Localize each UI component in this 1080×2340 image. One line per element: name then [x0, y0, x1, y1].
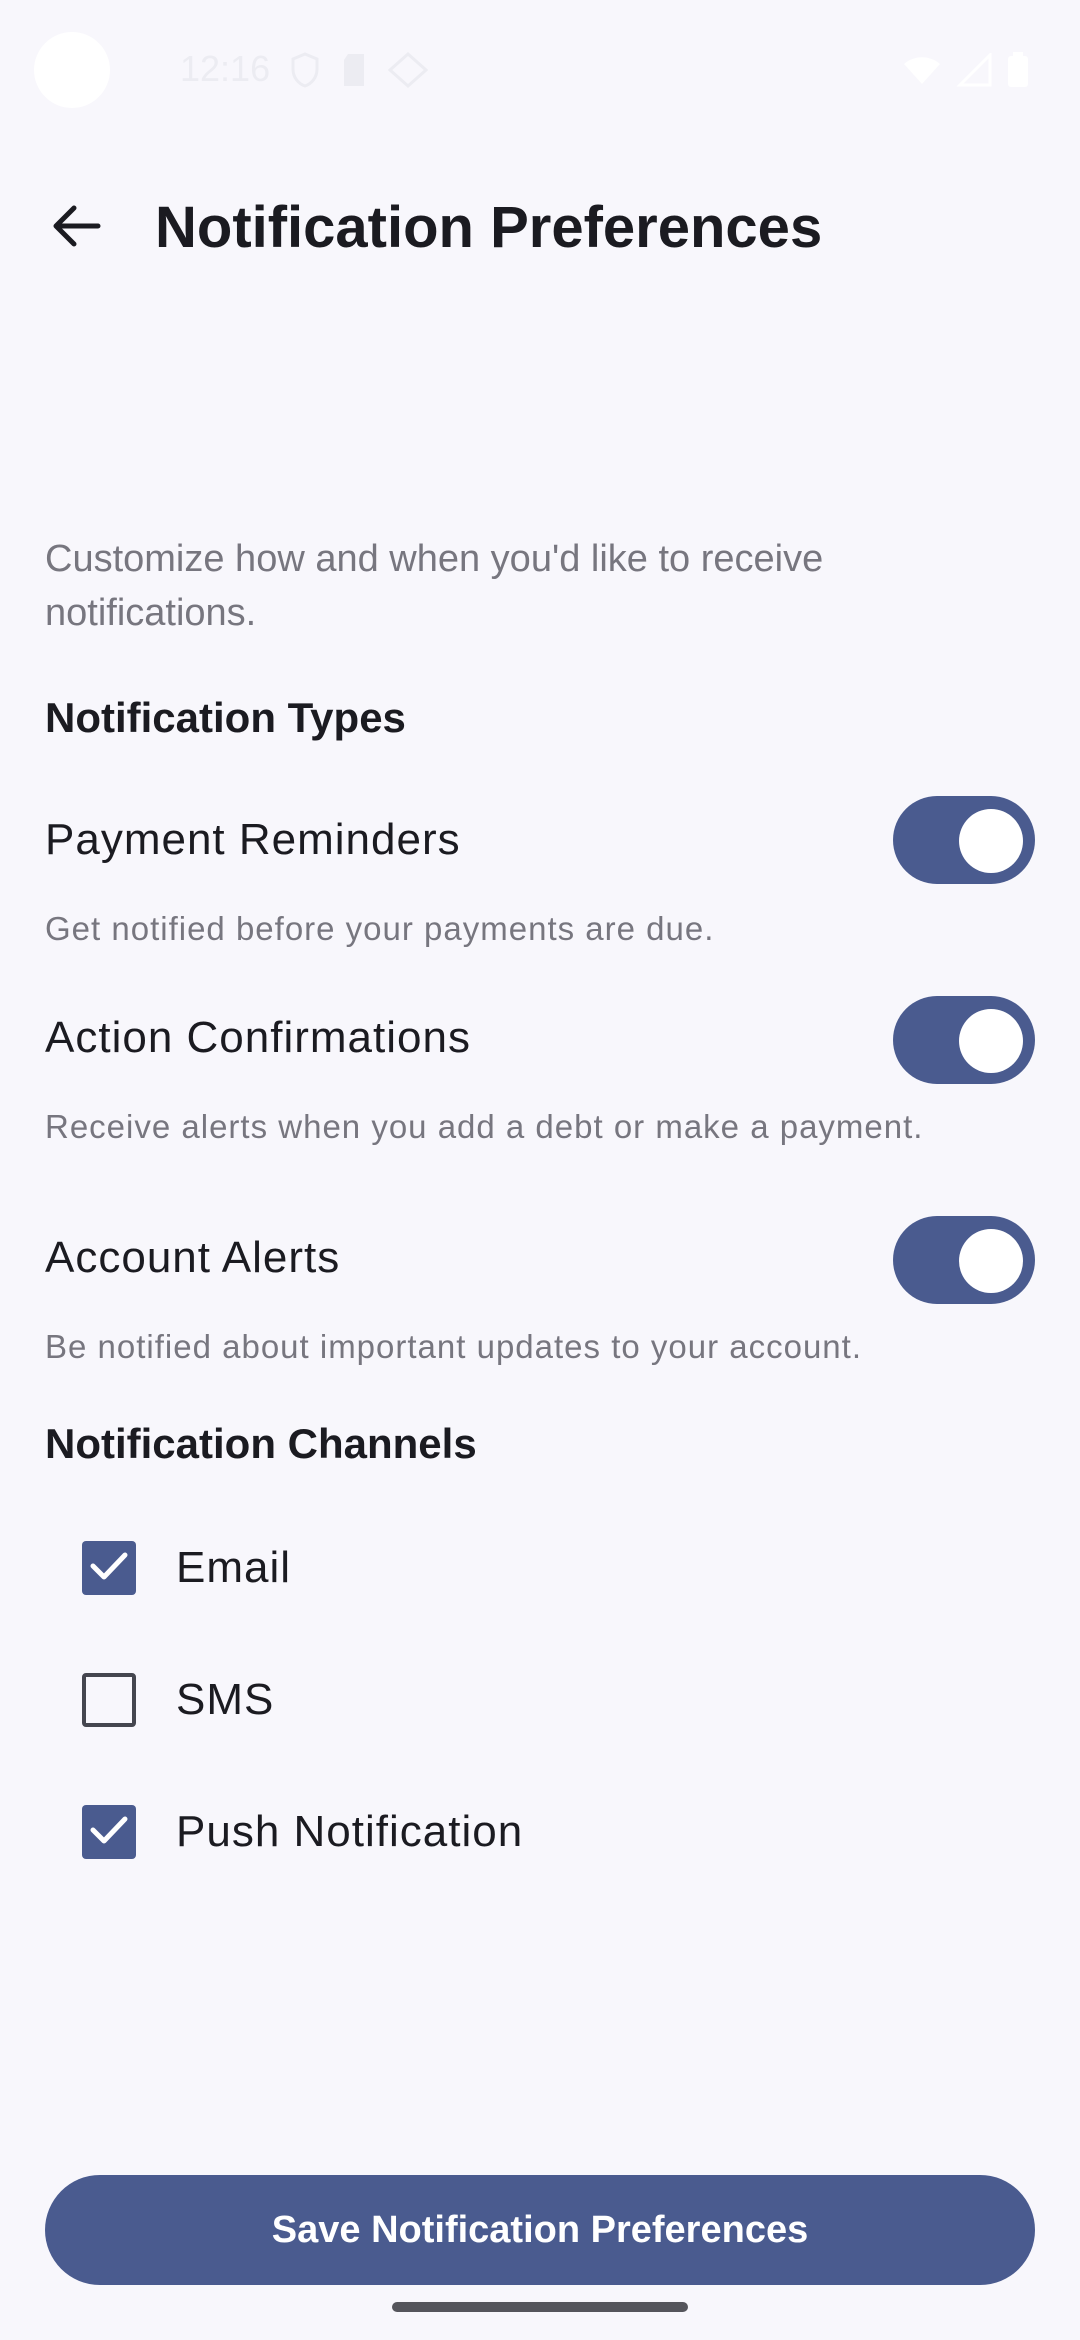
intro-text: Customize how and when you'd like to rec…	[45, 538, 824, 634]
status-time: 12:16	[180, 48, 271, 89]
sms-checkbox[interactable]	[82, 1673, 136, 1727]
back-button[interactable]	[36, 188, 116, 268]
shield-icon	[290, 52, 320, 93]
pref-label: Account Alerts	[45, 1233, 341, 1282]
data-saver-icon	[387, 51, 429, 93]
channel-label: Email	[176, 1543, 292, 1592]
pref-description: Receive alerts when you add a debt or ma…	[45, 1108, 924, 1145]
status-right-icons	[902, 51, 1030, 93]
status-left-icons	[290, 51, 429, 93]
push-notification-checkbox[interactable]	[82, 1805, 136, 1859]
payment-reminders-switch[interactable]	[893, 796, 1035, 884]
channel-label: Push Notification	[176, 1807, 524, 1856]
pref-description: Be notified about important updates to y…	[45, 1328, 862, 1365]
email-checkbox[interactable]	[82, 1541, 136, 1595]
checkmark-icon	[89, 1814, 129, 1851]
status-bar: 12:16	[0, 0, 1080, 140]
battery-icon	[1006, 52, 1030, 93]
action-confirmations-switch[interactable]	[893, 996, 1035, 1084]
channel-label: SMS	[176, 1675, 275, 1724]
pref-description: Get notified before your payments are du…	[45, 910, 715, 947]
pref-account-alerts: Account Alerts Be notified about importa…	[45, 1216, 1035, 1378]
arrow-back-icon	[50, 204, 102, 253]
camera-cutout	[34, 32, 110, 108]
channel-sms[interactable]: SMS	[82, 1660, 274, 1740]
save-preferences-button[interactable]: Save Notification Preferences	[45, 2175, 1035, 2285]
pref-payment-reminders: Payment Reminders Get notified before yo…	[45, 796, 1035, 960]
switch-thumb	[959, 1229, 1023, 1293]
switch-thumb	[959, 1009, 1023, 1073]
pref-label: Action Confirmations	[45, 1013, 471, 1062]
switch-thumb	[959, 809, 1023, 873]
channel-email[interactable]: Email	[82, 1528, 291, 1608]
wifi-icon	[902, 54, 942, 91]
page-title: Notification Preferences	[155, 195, 823, 260]
pref-action-confirmations: Action Confirmations Receive alerts when…	[45, 996, 1035, 1158]
account-alerts-switch[interactable]	[893, 1216, 1035, 1304]
sim-card-icon	[340, 52, 368, 93]
checkmark-icon	[89, 1550, 129, 1587]
notification-types-heading: Notification Types	[45, 694, 406, 741]
top-app-bar: Notification Preferences	[0, 170, 1080, 280]
notification-channels-heading: Notification Channels	[45, 1420, 477, 1467]
home-indicator[interactable]	[392, 2302, 688, 2312]
pref-label: Payment Reminders	[45, 815, 461, 864]
cellular-signal-icon	[956, 51, 992, 92]
channel-push-notification[interactable]: Push Notification	[82, 1792, 523, 1872]
